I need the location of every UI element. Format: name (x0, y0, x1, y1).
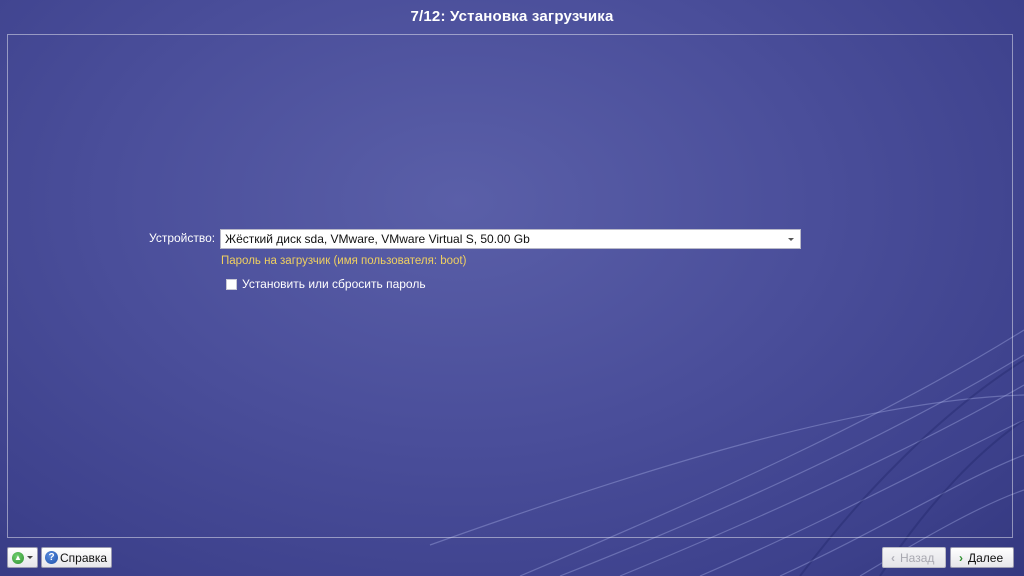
chevron-right-icon: › (959, 550, 963, 565)
device-select[interactable]: Жёсткий диск sda, VMware, VMware Virtual… (220, 229, 801, 249)
page-title: 7/12: Установка загрузчика (410, 8, 614, 25)
chevron-left-icon: ‹ (891, 550, 895, 565)
device-label: Устройство: (149, 231, 216, 245)
dropdown-arrow-icon (788, 238, 794, 241)
set-password-checkbox-label: Установить или сбросить пароль (242, 277, 426, 291)
password-section-label: Пароль на загрузчик (имя пользователя: b… (221, 255, 467, 267)
device-select-value: Жёсткий диск sda, VMware, VMware Virtual… (225, 232, 530, 246)
back-button-label: Назад (900, 550, 935, 565)
content-frame (7, 34, 1013, 538)
set-password-checkbox[interactable] (226, 278, 237, 290)
caret-down-icon (27, 556, 33, 559)
next-button[interactable]: › Далее (950, 547, 1014, 568)
addon-menu-button[interactable]: ▲ (7, 547, 38, 568)
help-button[interactable]: ? Справка (41, 547, 112, 568)
next-button-label: Далее (968, 550, 1004, 565)
green-arrow-up-icon: ▲ (12, 551, 24, 564)
back-button[interactable]: ‹ Назад (882, 547, 946, 568)
set-password-checkbox-row[interactable]: Установить или сбросить пароль (226, 277, 426, 291)
help-question-icon: ? (45, 551, 58, 564)
help-button-label: Справка (60, 550, 108, 565)
